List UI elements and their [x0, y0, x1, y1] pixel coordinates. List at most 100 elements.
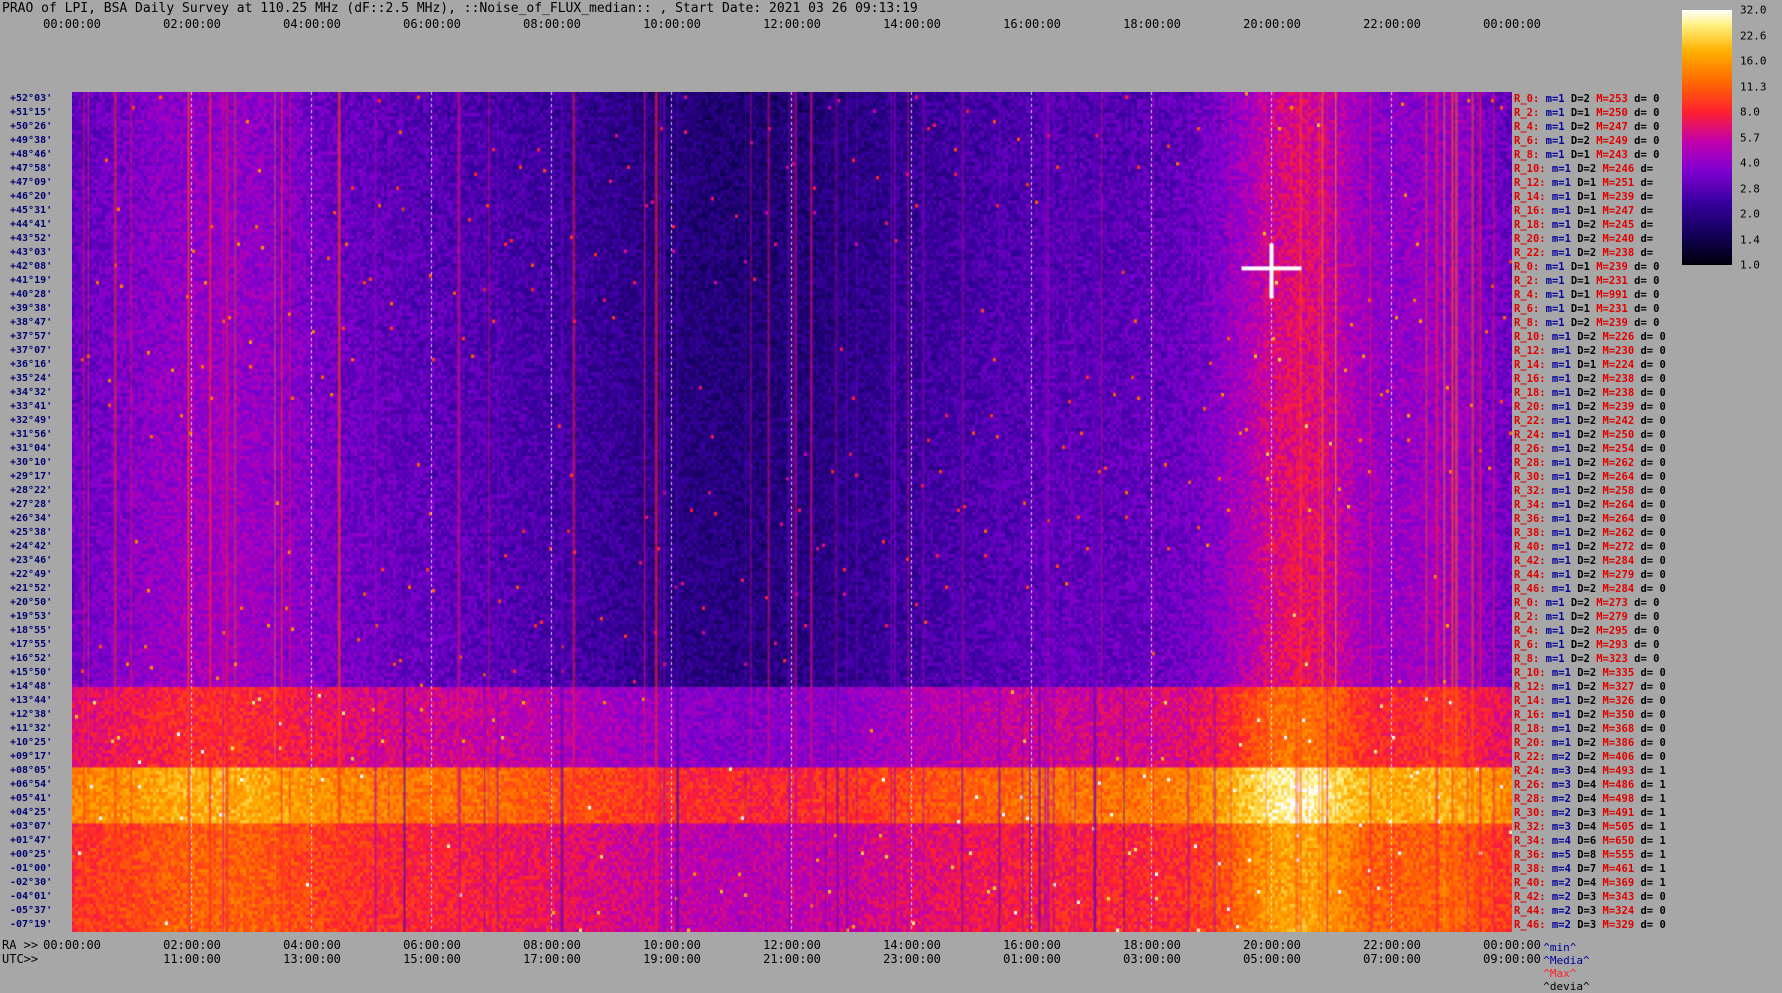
declination-label: -07°19'	[10, 919, 53, 930]
ra-axis-label: RA >>	[2, 938, 39, 952]
row-stat-line: R_42: m=1 D=2 M=284 d= 0	[1514, 555, 1666, 567]
declination-label: +33°41'	[10, 401, 53, 412]
utc-axis-label: UTC>>	[2, 952, 39, 966]
ra-tick-label: 18:00:00	[1123, 938, 1181, 952]
declination-label: +08°05'	[10, 765, 53, 776]
colorbar-tick-label: 11.3	[1740, 80, 1767, 93]
row-stat-line: R_8: m=1 D=2 M=239 d= 0	[1514, 317, 1660, 329]
declination-label: +34°32'	[10, 387, 53, 398]
row-stat-line: R_28: m=2 D=4 M=498 d= 1	[1514, 793, 1666, 805]
top-tick-label: 06:00:00	[403, 17, 461, 31]
declination-label: +52°03'	[10, 93, 53, 104]
row-stat-line: R_10: m=1 D=2 M=335 d= 0	[1514, 667, 1666, 679]
row-stat-line: R_22: m=1 D=2 M=242 d= 0	[1514, 415, 1666, 427]
declination-label: +40°28'	[10, 289, 53, 300]
row-stat-line: R_2: m=1 D=1 M=231 d= 0	[1514, 275, 1660, 287]
declination-label: +50°26'	[10, 121, 53, 132]
declination-label: +20°50'	[10, 597, 53, 608]
row-stat-line: R_4: m=1 D=1 M=991 d= 0	[1514, 289, 1660, 301]
top-tick-label: 18:00:00	[1123, 17, 1181, 31]
declination-label: +44°41'	[10, 219, 53, 230]
stats-legend: ^min^ ^Media^ ^Max^ ^devia^	[1530, 928, 1590, 993]
row-stat-line: R_36: m=5 D=8 M=555 d= 1	[1514, 849, 1666, 861]
ra-tick-label: 12:00:00	[763, 938, 821, 952]
row-stat-line: R_0: m=1 D=2 M=273 d= 0	[1514, 597, 1660, 609]
declination-label: +46°20'	[10, 191, 53, 202]
declination-label: +41°19'	[10, 275, 53, 286]
declination-label: +32°49'	[10, 415, 53, 426]
row-stat-line: R_6: m=1 D=1 M=231 d= 0	[1514, 303, 1660, 315]
declination-label: -02°30'	[10, 877, 53, 888]
row-stat-line: R_38: m=1 D=2 M=262 d= 0	[1514, 527, 1666, 539]
ra-tick-label: 04:00:00	[283, 938, 341, 952]
row-stat-line: R_20: m=1 D=2 M=240 d=	[1514, 233, 1660, 245]
row-stat-line: R_14: m=1 D=2 M=326 d= 0	[1514, 695, 1666, 707]
colorbar-tick-label: 22.6	[1740, 29, 1767, 42]
declination-label: +25°38'	[10, 527, 53, 538]
ra-tick-label: 16:00:00	[1003, 938, 1061, 952]
row-stat-line: R_12: m=1 D=2 M=327 d= 0	[1514, 681, 1666, 693]
row-stat-line: R_20: m=1 D=2 M=239 d= 0	[1514, 401, 1666, 413]
declination-label: +37°07'	[10, 345, 53, 356]
top-tick-label: 00:00:00	[43, 17, 101, 31]
row-stat-line: R_14: m=1 D=1 M=224 d= 0	[1514, 359, 1666, 371]
declination-label: +03°07'	[10, 821, 53, 832]
declination-label: +21°52'	[10, 583, 53, 594]
top-tick-label: 20:00:00	[1243, 17, 1301, 31]
colorbar-tick-label: 2.8	[1740, 182, 1760, 195]
row-stat-line: R_22: m=2 D=2 M=406 d= 0	[1514, 751, 1666, 763]
declination-label: +23°46'	[10, 555, 53, 566]
declination-label: +28°22'	[10, 485, 53, 496]
declination-label: +10°25'	[10, 737, 53, 748]
declination-label: +45°31'	[10, 205, 53, 216]
declination-label: +06°54'	[10, 779, 53, 790]
declination-label: +14°48'	[10, 681, 53, 692]
colorbar-tick-label: 16.0	[1740, 54, 1767, 68]
utc-tick-label: 15:00:00	[403, 952, 461, 966]
row-stat-line: R_14: m=1 D=1 M=239 d=	[1514, 191, 1660, 203]
declination-label: +37°57'	[10, 331, 53, 342]
declination-label: +27°28'	[10, 499, 53, 510]
row-stat-line: R_22: m=1 D=2 M=238 d=	[1514, 247, 1660, 259]
row-stat-line: R_6: m=1 D=2 M=293 d= 0	[1514, 639, 1660, 651]
colorbar-tick-label: 2.0	[1740, 207, 1760, 221]
top-tick-label: 14:00:00	[883, 17, 941, 31]
declination-label: +47°09'	[10, 177, 53, 188]
declination-label: +12°38'	[10, 709, 53, 720]
colorbar-tick-label: 4.0	[1740, 156, 1760, 170]
utc-tick-label: 05:00:00	[1243, 952, 1301, 966]
heatmap-plot-area[interactable]	[72, 92, 1512, 932]
ra-tick-label: 00:00:00	[43, 938, 101, 952]
declination-label: +11°32'	[10, 723, 53, 734]
utc-tick-label: 07:00:00	[1363, 952, 1421, 966]
utc-tick-label: 13:00:00	[283, 952, 341, 966]
declination-label: +09°17'	[10, 751, 53, 762]
utc-tick-label: 21:00:00	[763, 952, 821, 966]
declination-label: +39°38'	[10, 303, 53, 314]
row-stat-line: R_0: m=1 D=1 M=239 d= 0	[1514, 261, 1660, 273]
declination-label: +00°25'	[10, 849, 53, 860]
legend-min: ^min^	[1543, 941, 1577, 954]
row-stat-line: R_20: m=1 D=2 M=386 d= 0	[1514, 737, 1666, 749]
declination-label: +19°53'	[10, 611, 53, 622]
row-stat-line: R_24: m=1 D=2 M=250 d= 0	[1514, 429, 1666, 441]
row-stat-line: R_16: m=1 D=2 M=350 d= 0	[1514, 709, 1666, 721]
row-stat-line: R_40: m=2 D=4 M=369 d= 1	[1514, 877, 1666, 889]
row-stat-line: R_12: m=1 D=1 M=251 d=	[1514, 177, 1660, 189]
declination-label: +26°34'	[10, 513, 53, 524]
utc-tick-label: 11:00:00	[163, 952, 221, 966]
legend-devia: ^devia^	[1543, 980, 1590, 993]
declination-label: +04°25'	[10, 807, 53, 818]
declination-label: +16°52'	[10, 653, 53, 664]
top-tick-label: 16:00:00	[1003, 17, 1061, 31]
row-stat-line: R_30: m=1 D=2 M=264 d= 0	[1514, 471, 1666, 483]
ra-tick-label: 20:00:00	[1243, 938, 1301, 952]
declination-label: +36°16'	[10, 359, 53, 370]
chart-title: PRAO of LPI, BSA Daily Survey at 110.25 …	[2, 1, 918, 16]
heatmap-canvas[interactable]	[72, 92, 1512, 932]
ra-tick-label: 10:00:00	[643, 938, 701, 952]
declination-label: +01°47'	[10, 835, 53, 846]
row-stat-line: R_10: m=1 D=2 M=226 d= 0	[1514, 331, 1666, 343]
ra-tick-label: 22:00:00	[1363, 938, 1421, 952]
declination-label: +43°52'	[10, 233, 53, 244]
